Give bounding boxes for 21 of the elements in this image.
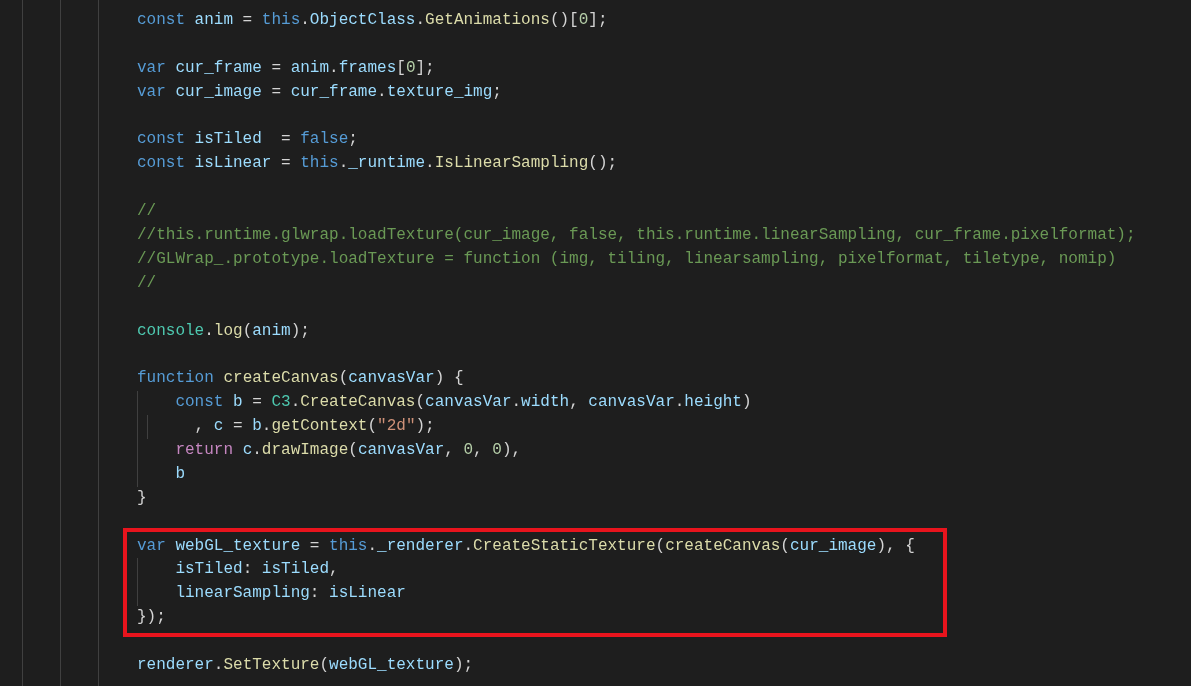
code-line: // — [137, 201, 157, 223]
code-line: isTiled: isTiled, — [174, 559, 339, 581]
code-line: return c.drawImage(canvasVar, 0, 0), — [174, 440, 522, 462]
code-line: //this.runtime.glwrap.loadTexture(cur_image, false, this.runtime.linearSampling, cur_frame.pixelformat); — [137, 225, 1136, 246]
code-line: renderer.SetTexture(webGL_texture); — [137, 655, 474, 677]
code-line: var cur_frame = anim.frames[0]; — [137, 57, 435, 79]
code-line: b — [174, 463, 185, 485]
code-line: }); — [137, 607, 166, 629]
code-line: const b = C3.CreateCanvas(canvasVar.width, canvasVar.height) — [174, 392, 752, 414]
code-line: var webGL_texture = this._renderer.CreateStaticTexture(createCanvas(cur_image), { — [137, 535, 915, 557]
code-line: const isTiled = false; — [137, 129, 358, 151]
code-line: const isLinear = this._runtime.IsLinearSampling(); — [137, 153, 618, 175]
code-line: const anim = this.ObjectClass.GetAnimations()[0]; — [137, 10, 608, 31]
code-line: console.log(anim); — [137, 320, 310, 342]
code-line: } — [137, 487, 147, 509]
code-line: function createCanvas(canvasVar) { — [137, 368, 464, 390]
code-line: , c = b.getContext("2d"); — [193, 416, 435, 438]
code-line: var cur_image = cur_frame.texture_img; — [137, 81, 502, 103]
code-line: // — [137, 272, 157, 294]
code-line: //GLWrap_.prototype.loadTexture = function (img, tiling, linearsampling, pixelformat, tiletype, nomip) — [137, 248, 1117, 270]
code-line: linearSampling: isLinear — [174, 583, 406, 605]
